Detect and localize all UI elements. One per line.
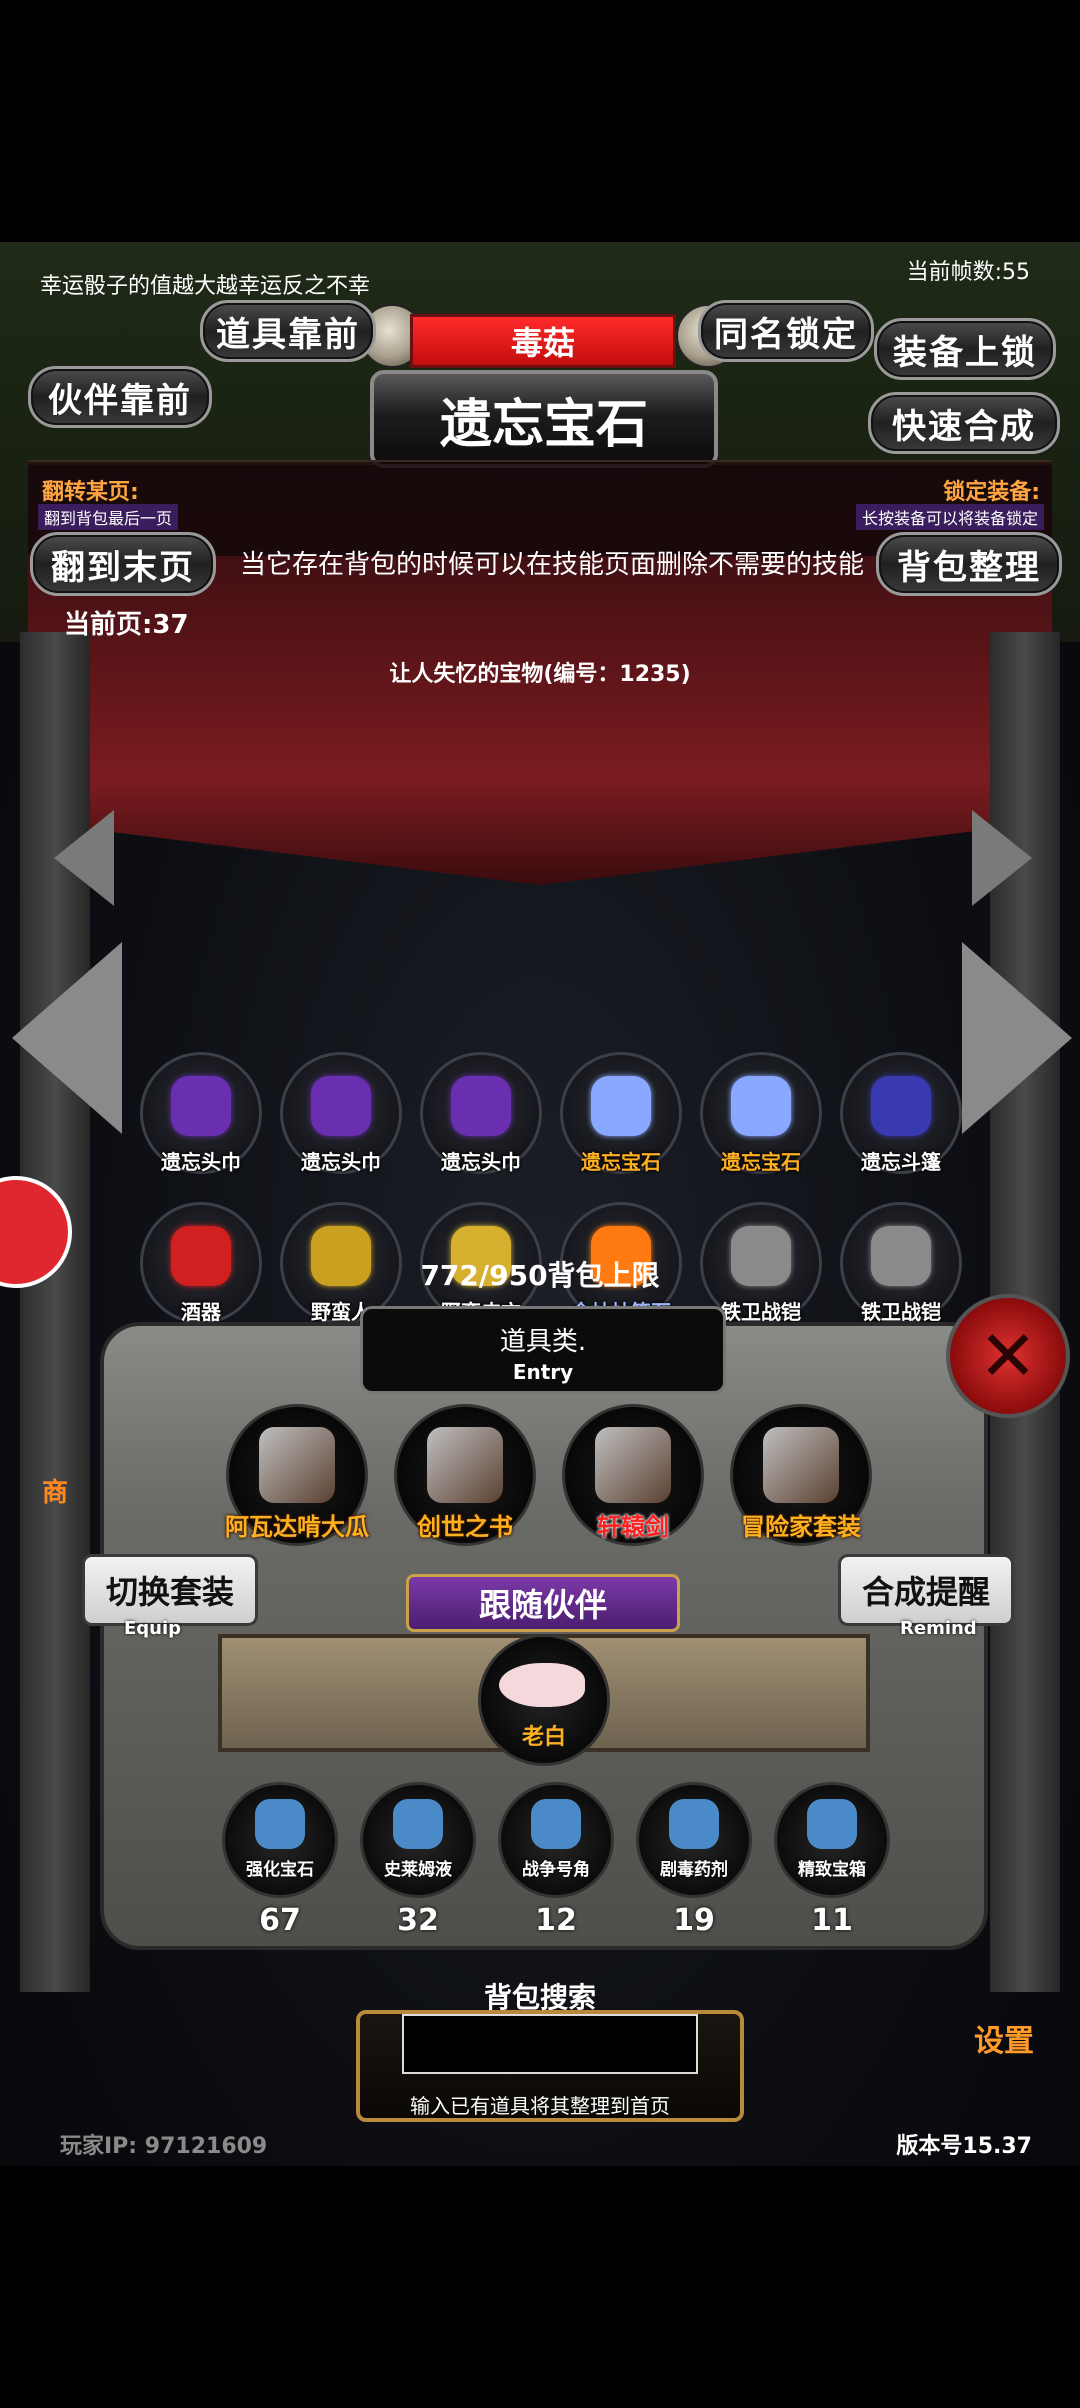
companion-name: 老白: [521, 1725, 566, 1750]
book-icon: [427, 1427, 503, 1503]
consumable-count: 32: [397, 1903, 439, 1938]
search-input[interactable]: [402, 2014, 698, 2074]
consumable-slot[interactable]: 史莱姆液 32: [360, 1782, 476, 1938]
search-hint: 输入已有道具将其整理到首页: [410, 2094, 670, 2118]
inventory-item-name: 遗忘宝石: [581, 1150, 661, 1174]
synth-remind-sub: Remind: [900, 1618, 977, 1639]
inventory-item-name: 遗忘斗篷: [861, 1150, 941, 1174]
consumable-name: 史莱姆液: [384, 1860, 452, 1880]
inventory-item-name: 酒器: [181, 1300, 221, 1324]
potion-icon: [393, 1799, 443, 1849]
item-subtitle: 让人失忆的宝物(编号：1235): [389, 662, 691, 687]
featured-item-name: 轩辕剑: [597, 1513, 669, 1541]
bag-capacity: 772/950背包上限: [420, 1259, 660, 1292]
companion-front-button[interactable]: 伙伴靠前: [28, 366, 212, 428]
item-description: 当它存在背包的时候可以在技能页面删除不需要的技能: [240, 550, 865, 580]
last-page-button[interactable]: 翻到末页: [30, 532, 216, 596]
blue-cloak-icon: [871, 1076, 931, 1137]
close-button[interactable]: ✕: [946, 1294, 1070, 1418]
blue-crystal-icon: [591, 1076, 651, 1137]
shop-label[interactable]: 商: [42, 1472, 68, 1509]
item-front-button[interactable]: 道具靠前: [200, 300, 376, 362]
featured-slot[interactable]: 冒险家套装: [730, 1404, 872, 1546]
luck-hint: 幸运骰子的值越大越幸运反之不幸: [40, 274, 371, 299]
flip-page-label: 翻转某页:: [42, 480, 139, 505]
prev-page-arrow-icon[interactable]: [12, 942, 122, 1134]
inventory-slot[interactable]: 遗忘头巾: [140, 1052, 262, 1174]
synth-remind-button[interactable]: 合成提醒: [838, 1554, 1014, 1626]
same-name-lock-button[interactable]: 同名锁定: [698, 300, 874, 362]
next-item-arrow-icon[interactable]: [972, 810, 1032, 906]
consumable-slot[interactable]: 精致宝箱 11: [774, 1782, 890, 1938]
flip-page-hint: 翻到背包最后一页: [38, 504, 179, 530]
player-ip: 玩家IP: 97121609: [60, 2128, 267, 2160]
inventory-slot[interactable]: 遗忘斗篷: [840, 1052, 962, 1174]
chest-icon: [807, 1799, 857, 1849]
switch-set-button[interactable]: 切换套装: [82, 1554, 258, 1626]
player-ip-label: 玩家IP:: [60, 2134, 138, 2159]
quick-synth-button[interactable]: 快速合成: [868, 392, 1060, 454]
green-gem-icon: [255, 1799, 305, 1849]
entry-box: 道具类. Entry: [360, 1306, 726, 1394]
entry-title: 道具类.: [499, 1327, 587, 1357]
category-tag: 毒菇: [410, 314, 676, 368]
featured-item-name: 冒险家套装: [741, 1513, 861, 1541]
inventory-item-name: 遗忘宝石: [721, 1150, 801, 1174]
consumable-name: 精致宝箱: [798, 1860, 866, 1880]
current-page: 当前页:37: [64, 610, 189, 640]
equip-lock-button[interactable]: 装备上锁: [874, 318, 1056, 380]
consumable-count: 19: [673, 1903, 715, 1938]
lock-equip-label: 锁定装备:: [943, 480, 1040, 505]
purple-hood-icon: [311, 1076, 371, 1137]
featured-item-name: 创世之书: [417, 1513, 513, 1541]
close-icon: ✕: [978, 1315, 1038, 1397]
inventory-slot[interactable]: 遗忘头巾: [420, 1052, 542, 1174]
game-screen: 幸运骰子的值越大越幸运反之不幸 当前帧数:55 毒菇 遗忘宝石 伙伴靠前 道具靠…: [0, 242, 1080, 2166]
inventory-slot[interactable]: 遗忘宝石: [700, 1052, 822, 1174]
inventory-item-name: 遗忘头巾: [301, 1150, 381, 1174]
consumable-name: 剧毒药剂: [660, 1860, 728, 1880]
consumable-slot[interactable]: 剧毒药剂 19: [636, 1782, 752, 1938]
inventory-item-name: 铁卫战铠: [861, 1300, 941, 1324]
consumable-count: 67: [259, 1903, 301, 1938]
inventory-slot[interactable]: 遗忘宝石: [560, 1052, 682, 1174]
bag-sort-button[interactable]: 背包整理: [876, 532, 1062, 596]
blade-icon: [595, 1427, 671, 1503]
lock-equip-hint: 长按装备可以将装备锁定: [855, 504, 1044, 530]
inventory-slot[interactable]: 遗忘头巾: [280, 1052, 402, 1174]
consumable-count: 11: [811, 1903, 853, 1938]
staff-icon: [259, 1427, 335, 1503]
entry-sub: Entry: [512, 1360, 574, 1384]
companion-slot[interactable]: 老白: [478, 1634, 610, 1766]
inventory-item-name: 遗忘头巾: [441, 1150, 521, 1174]
switch-set-sub: Equip: [124, 1618, 182, 1639]
consumable-slot[interactable]: 战争号角 12: [498, 1782, 614, 1938]
poison-flask-icon: [669, 1799, 719, 1849]
consumable-name: 战争号角: [522, 1860, 590, 1880]
next-page-arrow-icon[interactable]: [962, 942, 1072, 1134]
version-label: 版本号15.37: [896, 2134, 1032, 2159]
prev-item-arrow-icon[interactable]: [54, 810, 114, 906]
featured-slot[interactable]: 阿瓦达啃大瓜: [225, 1404, 369, 1546]
consumable-slot[interactable]: 强化宝石 67: [222, 1782, 338, 1938]
dolphin-icon: [499, 1663, 585, 1707]
horn-icon: [531, 1799, 581, 1849]
purple-hood-icon: [171, 1076, 231, 1137]
item-name: 遗忘宝石: [370, 370, 718, 468]
featured-item-name: 阿瓦达啃大瓜: [225, 1513, 369, 1541]
featured-slot[interactable]: 轩辕剑: [562, 1404, 704, 1546]
consumable-name: 强化宝石: [246, 1860, 314, 1880]
inventory-item-name: 遗忘头巾: [161, 1150, 241, 1174]
featured-slot[interactable]: 创世之书: [394, 1404, 536, 1546]
consumable-count: 12: [535, 1903, 577, 1938]
settings-button[interactable]: 设置: [974, 2016, 1034, 2060]
purple-hood-icon: [451, 1076, 511, 1137]
fps-counter: 当前帧数:55: [906, 260, 1030, 285]
adventurer-icon: [763, 1427, 839, 1503]
blue-crystal-icon: [731, 1076, 791, 1137]
companion-title: 跟随伙伴: [406, 1574, 680, 1632]
player-ip-value: 97121609: [144, 2134, 268, 2159]
